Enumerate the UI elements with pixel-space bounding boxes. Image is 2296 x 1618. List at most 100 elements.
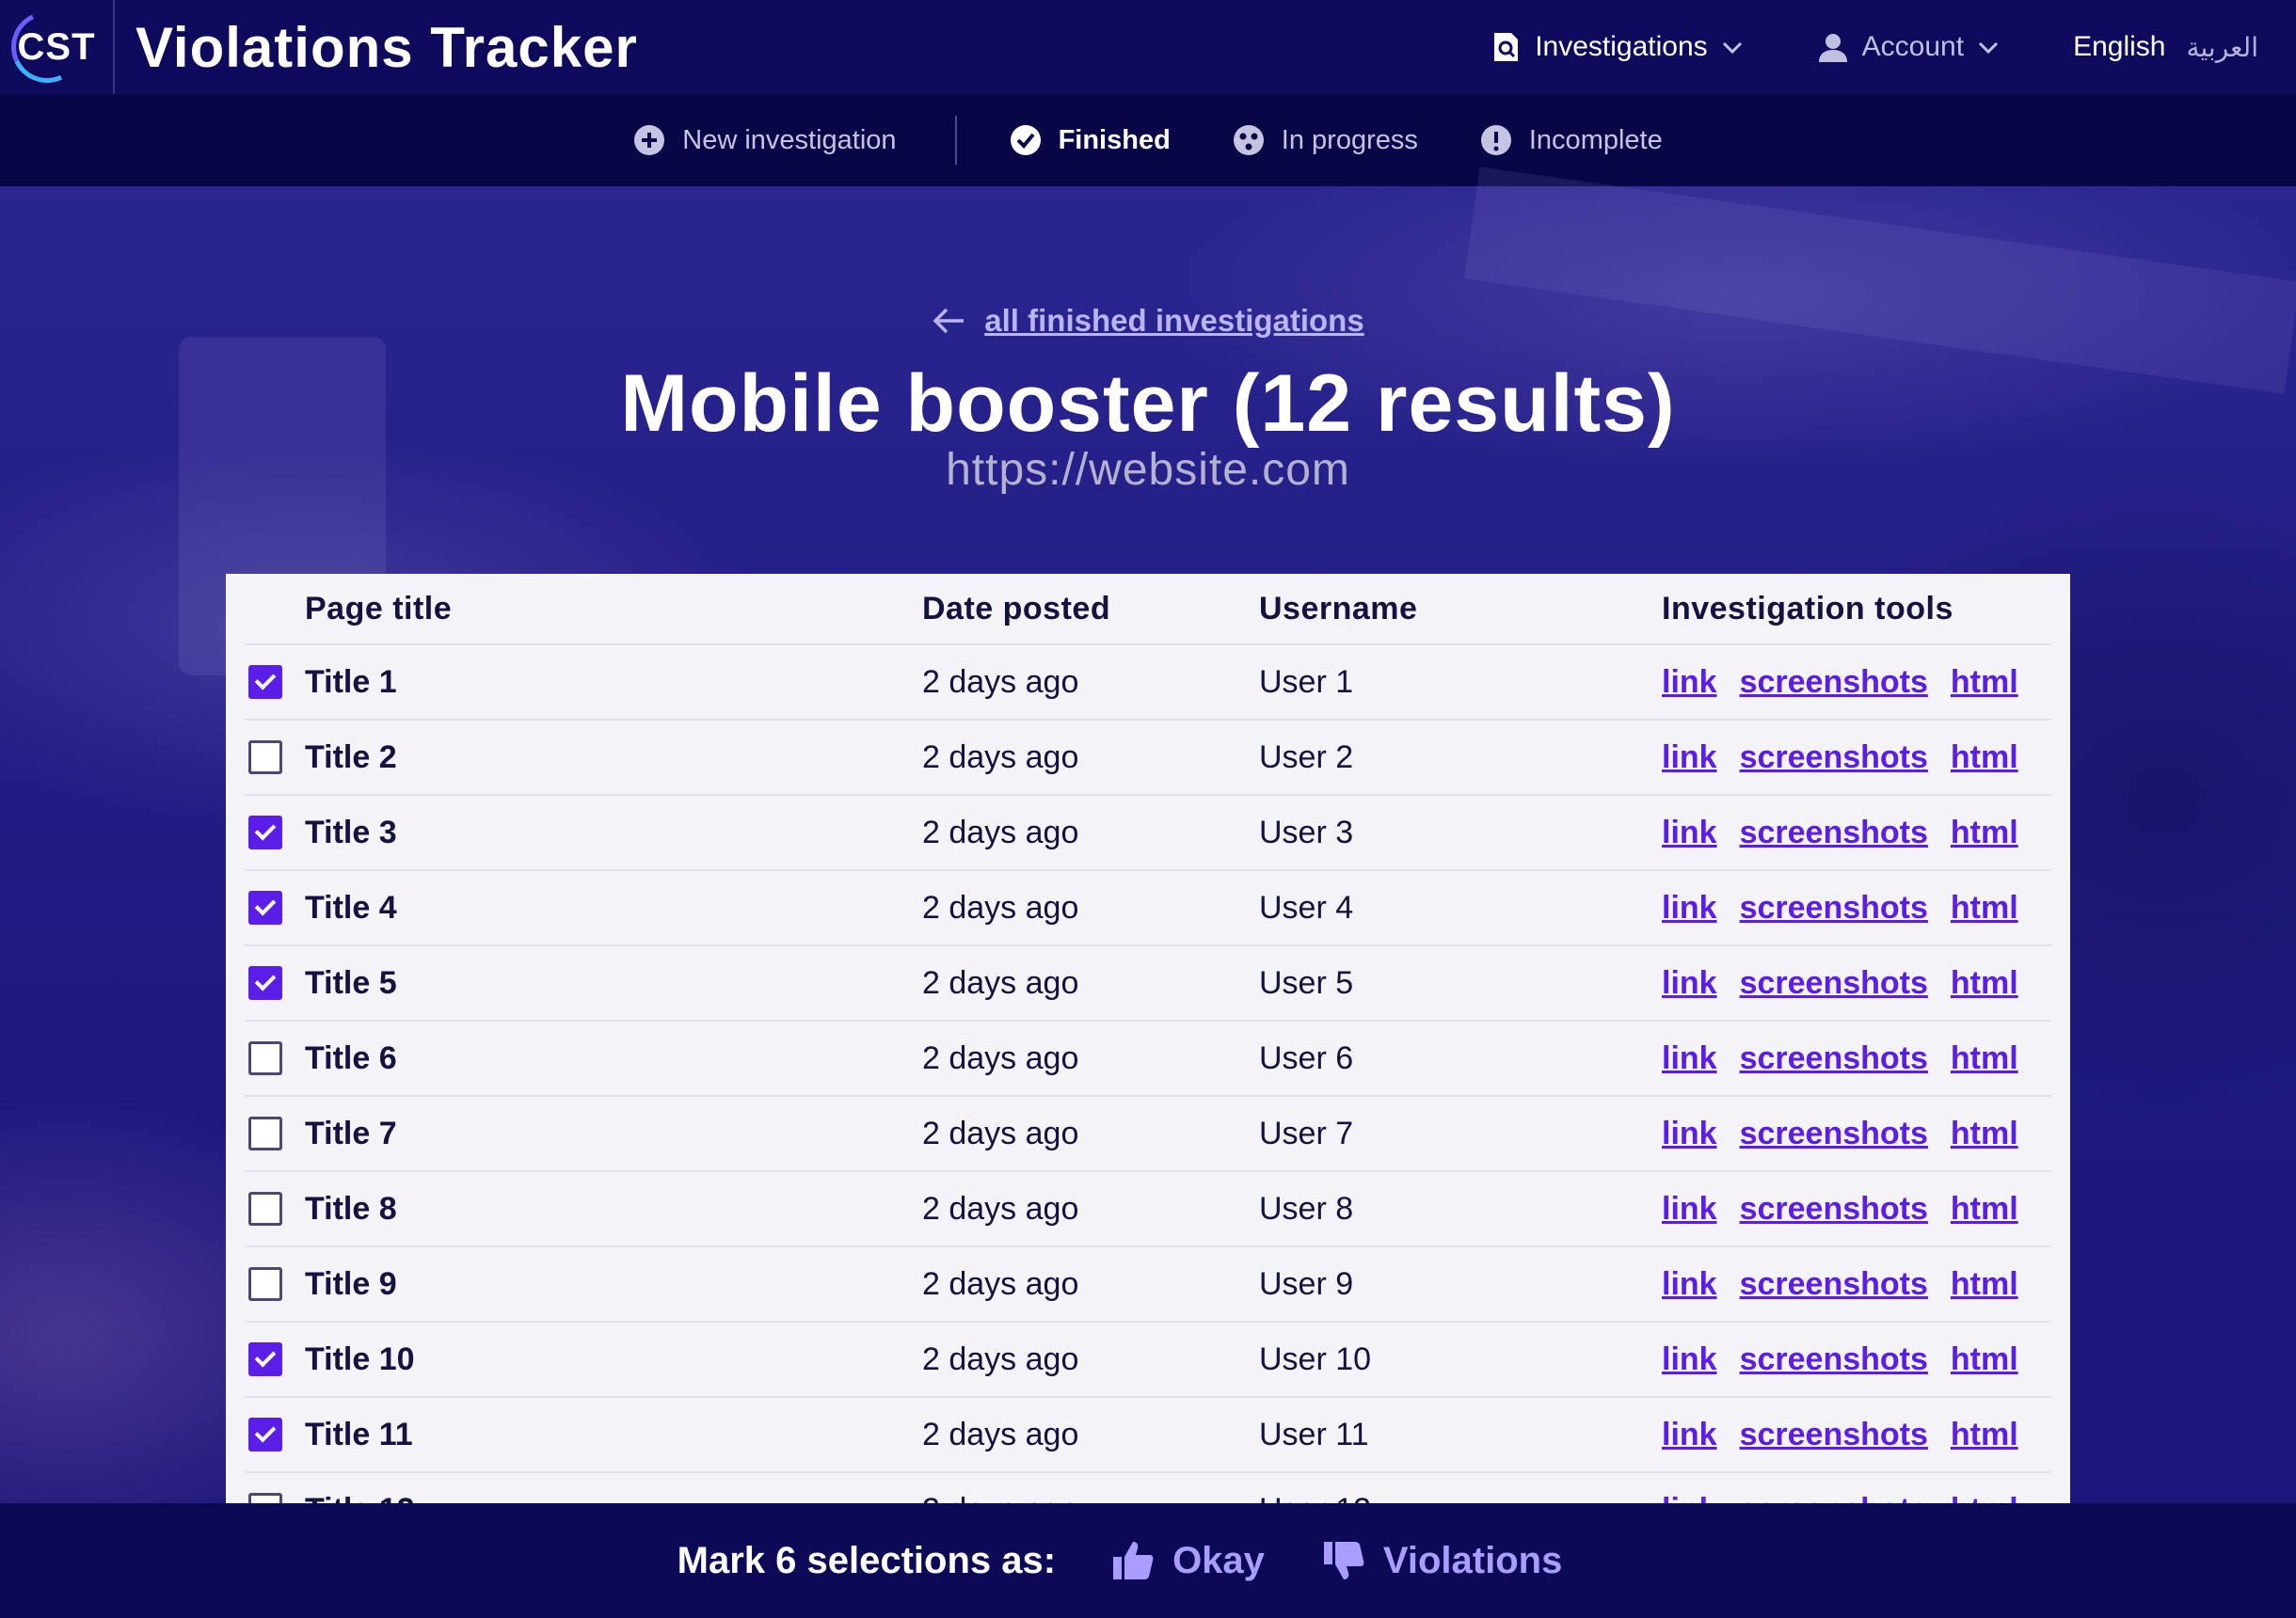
row-page-title: Title 12 [305, 1473, 415, 1506]
tool-link[interactable]: link [1662, 890, 1717, 927]
tool-link[interactable]: link [1662, 1266, 1717, 1303]
tool-html[interactable]: html [1951, 1191, 2018, 1228]
lang-arabic[interactable]: العربية [2186, 32, 2258, 63]
new-investigation-link[interactable]: New investigation [633, 124, 897, 156]
user-icon [1817, 31, 1849, 63]
row-select-checkbox[interactable] [248, 665, 282, 699]
row-investigation-tools: link screenshots html [1662, 796, 2041, 869]
tab-in-progress-label: In progress [1281, 124, 1418, 155]
tab-in-progress[interactable]: In progress [1233, 124, 1418, 156]
row-select-checkbox-cell [248, 1473, 282, 1505]
account-menu[interactable]: Account [1817, 31, 2000, 63]
row-investigation-tools: link screenshots html [1662, 946, 2041, 1020]
tool-link[interactable]: link [1662, 1191, 1717, 1228]
tool-link[interactable]: link [1662, 1116, 1717, 1152]
tool-html[interactable]: html [1951, 890, 2018, 927]
new-investigation-label: New investigation [682, 124, 897, 155]
row-select-checkbox-cell [248, 1398, 282, 1471]
language-switcher: English العربية [2073, 31, 2258, 63]
logo[interactable]: CST [0, 0, 115, 94]
investigations-label: Investigations [1535, 31, 1708, 62]
table-header: Page title Date posted Username Investig… [245, 574, 2051, 645]
row-investigation-tools: link screenshots html [1662, 721, 2041, 794]
mark-violations-label: Violations [1382, 1539, 1563, 1581]
tool-link[interactable]: link [1662, 1040, 1717, 1077]
investigations-menu[interactable]: Investigations [1490, 31, 1743, 63]
arrow-left-icon [933, 308, 965, 334]
lang-english[interactable]: English [2073, 31, 2165, 63]
back-to-finished-link[interactable]: all finished investigations [932, 303, 1364, 339]
row-select-checkbox[interactable] [248, 1267, 282, 1301]
row-select-checkbox[interactable] [248, 1117, 282, 1150]
tool-screenshots[interactable]: screenshots [1740, 1116, 1928, 1152]
table-row: Title 8 2 days ago User 8 link screenshots ht… [245, 1172, 2051, 1247]
row-select-checkbox[interactable] [248, 1041, 282, 1075]
subnav-divider [954, 116, 957, 165]
tab-incomplete[interactable]: Incomplete [1480, 124, 1663, 156]
tool-html[interactable]: html [1951, 664, 2018, 701]
tool-link[interactable]: link [1662, 965, 1717, 1002]
tool-html[interactable]: html [1951, 1266, 2018, 1303]
row-page-title: Title 9 [305, 1265, 397, 1302]
row-date-posted: 2 days ago [922, 964, 1079, 1001]
row-select-checkbox[interactable] [248, 1342, 282, 1376]
row-select-checkbox[interactable] [248, 891, 282, 925]
row-date-posted: 2 days ago [922, 1265, 1079, 1302]
row-date-posted: 2 days ago [922, 1473, 1078, 1506]
selection-label: Mark 6 selections as: [677, 1539, 1057, 1581]
row-page-title: Title 11 [305, 1416, 413, 1452]
status-subnav: New investigation Finished In progress I… [0, 94, 2296, 186]
tool-html[interactable]: html [1951, 1116, 2018, 1152]
tool-screenshots[interactable]: screenshots [1740, 890, 1928, 927]
tool-html[interactable]: html [1951, 1040, 2018, 1077]
tool-screenshots[interactable]: screenshots [1740, 1191, 1928, 1228]
table-row: Title 9 2 days ago User 9 link screenshots ht… [245, 1247, 2051, 1323]
tool-link[interactable]: link [1662, 1341, 1717, 1378]
row-select-checkbox[interactable] [248, 740, 282, 774]
row-investigation-tools: link screenshots html [1662, 1097, 2041, 1170]
row-select-checkbox-cell [248, 1323, 282, 1396]
tool-screenshots[interactable]: screenshots [1740, 1266, 1928, 1303]
tool-screenshots[interactable]: screenshots [1740, 664, 1928, 701]
row-username: User 2 [1259, 738, 1354, 775]
exclamation-circle-icon [1480, 125, 1511, 155]
tool-screenshots[interactable]: screenshots [1740, 1040, 1928, 1077]
back-link-container: all finished investigations [0, 303, 2296, 342]
row-date-posted: 2 days ago [922, 814, 1079, 850]
tool-html[interactable]: html [1951, 739, 2018, 776]
tool-screenshots[interactable]: screenshots [1740, 1417, 1928, 1453]
row-investigation-tools: linkscreenshotshtml [1662, 1473, 2041, 1506]
tool-html[interactable]: html [1951, 1341, 2018, 1378]
row-username: User 11 [1259, 1416, 1369, 1452]
table-row: Title 6 2 days ago User 6 link screenshots ht… [245, 1022, 2051, 1097]
tool-link[interactable]: link [1662, 815, 1717, 851]
tool-html[interactable]: html [1951, 965, 2018, 1002]
row-investigation-tools: link screenshots html [1662, 1172, 2041, 1245]
table-row: Title 12 2 days ago User 12 linkscreenshots… [245, 1473, 2051, 1505]
row-date-posted: 2 days ago [922, 889, 1079, 926]
row-select-checkbox[interactable] [248, 966, 282, 1000]
row-select-checkbox[interactable] [248, 1418, 282, 1451]
search-doc-icon [1490, 31, 1522, 63]
tool-link[interactable]: link [1662, 1417, 1717, 1453]
row-page-title: Title 6 [305, 1039, 397, 1076]
tool-screenshots[interactable]: screenshots [1740, 965, 1928, 1002]
tool-html[interactable]: html [1951, 1417, 2018, 1453]
row-username: User 4 [1259, 889, 1354, 926]
row-select-checkbox[interactable] [248, 1192, 282, 1226]
row-username: User 8 [1259, 1190, 1354, 1227]
row-select-checkbox[interactable] [248, 816, 282, 849]
row-investigation-tools: link screenshots html [1662, 1323, 2041, 1396]
row-username: User 3 [1259, 814, 1354, 850]
mark-violations-button[interactable]: Violations [1321, 1538, 1562, 1583]
row-date-posted: 2 days ago [922, 738, 1079, 775]
tool-link[interactable]: link [1662, 739, 1717, 776]
tool-screenshots[interactable]: screenshots [1740, 1341, 1928, 1378]
row-page-title: Title 3 [305, 814, 397, 850]
tool-screenshots[interactable]: screenshots [1740, 815, 1928, 851]
tool-screenshots[interactable]: screenshots [1740, 739, 1928, 776]
tool-html[interactable]: html [1951, 815, 2018, 851]
tool-link[interactable]: link [1662, 664, 1717, 701]
mark-okay-button[interactable]: Okay [1110, 1538, 1265, 1583]
tab-finished[interactable]: Finished [1010, 124, 1171, 156]
